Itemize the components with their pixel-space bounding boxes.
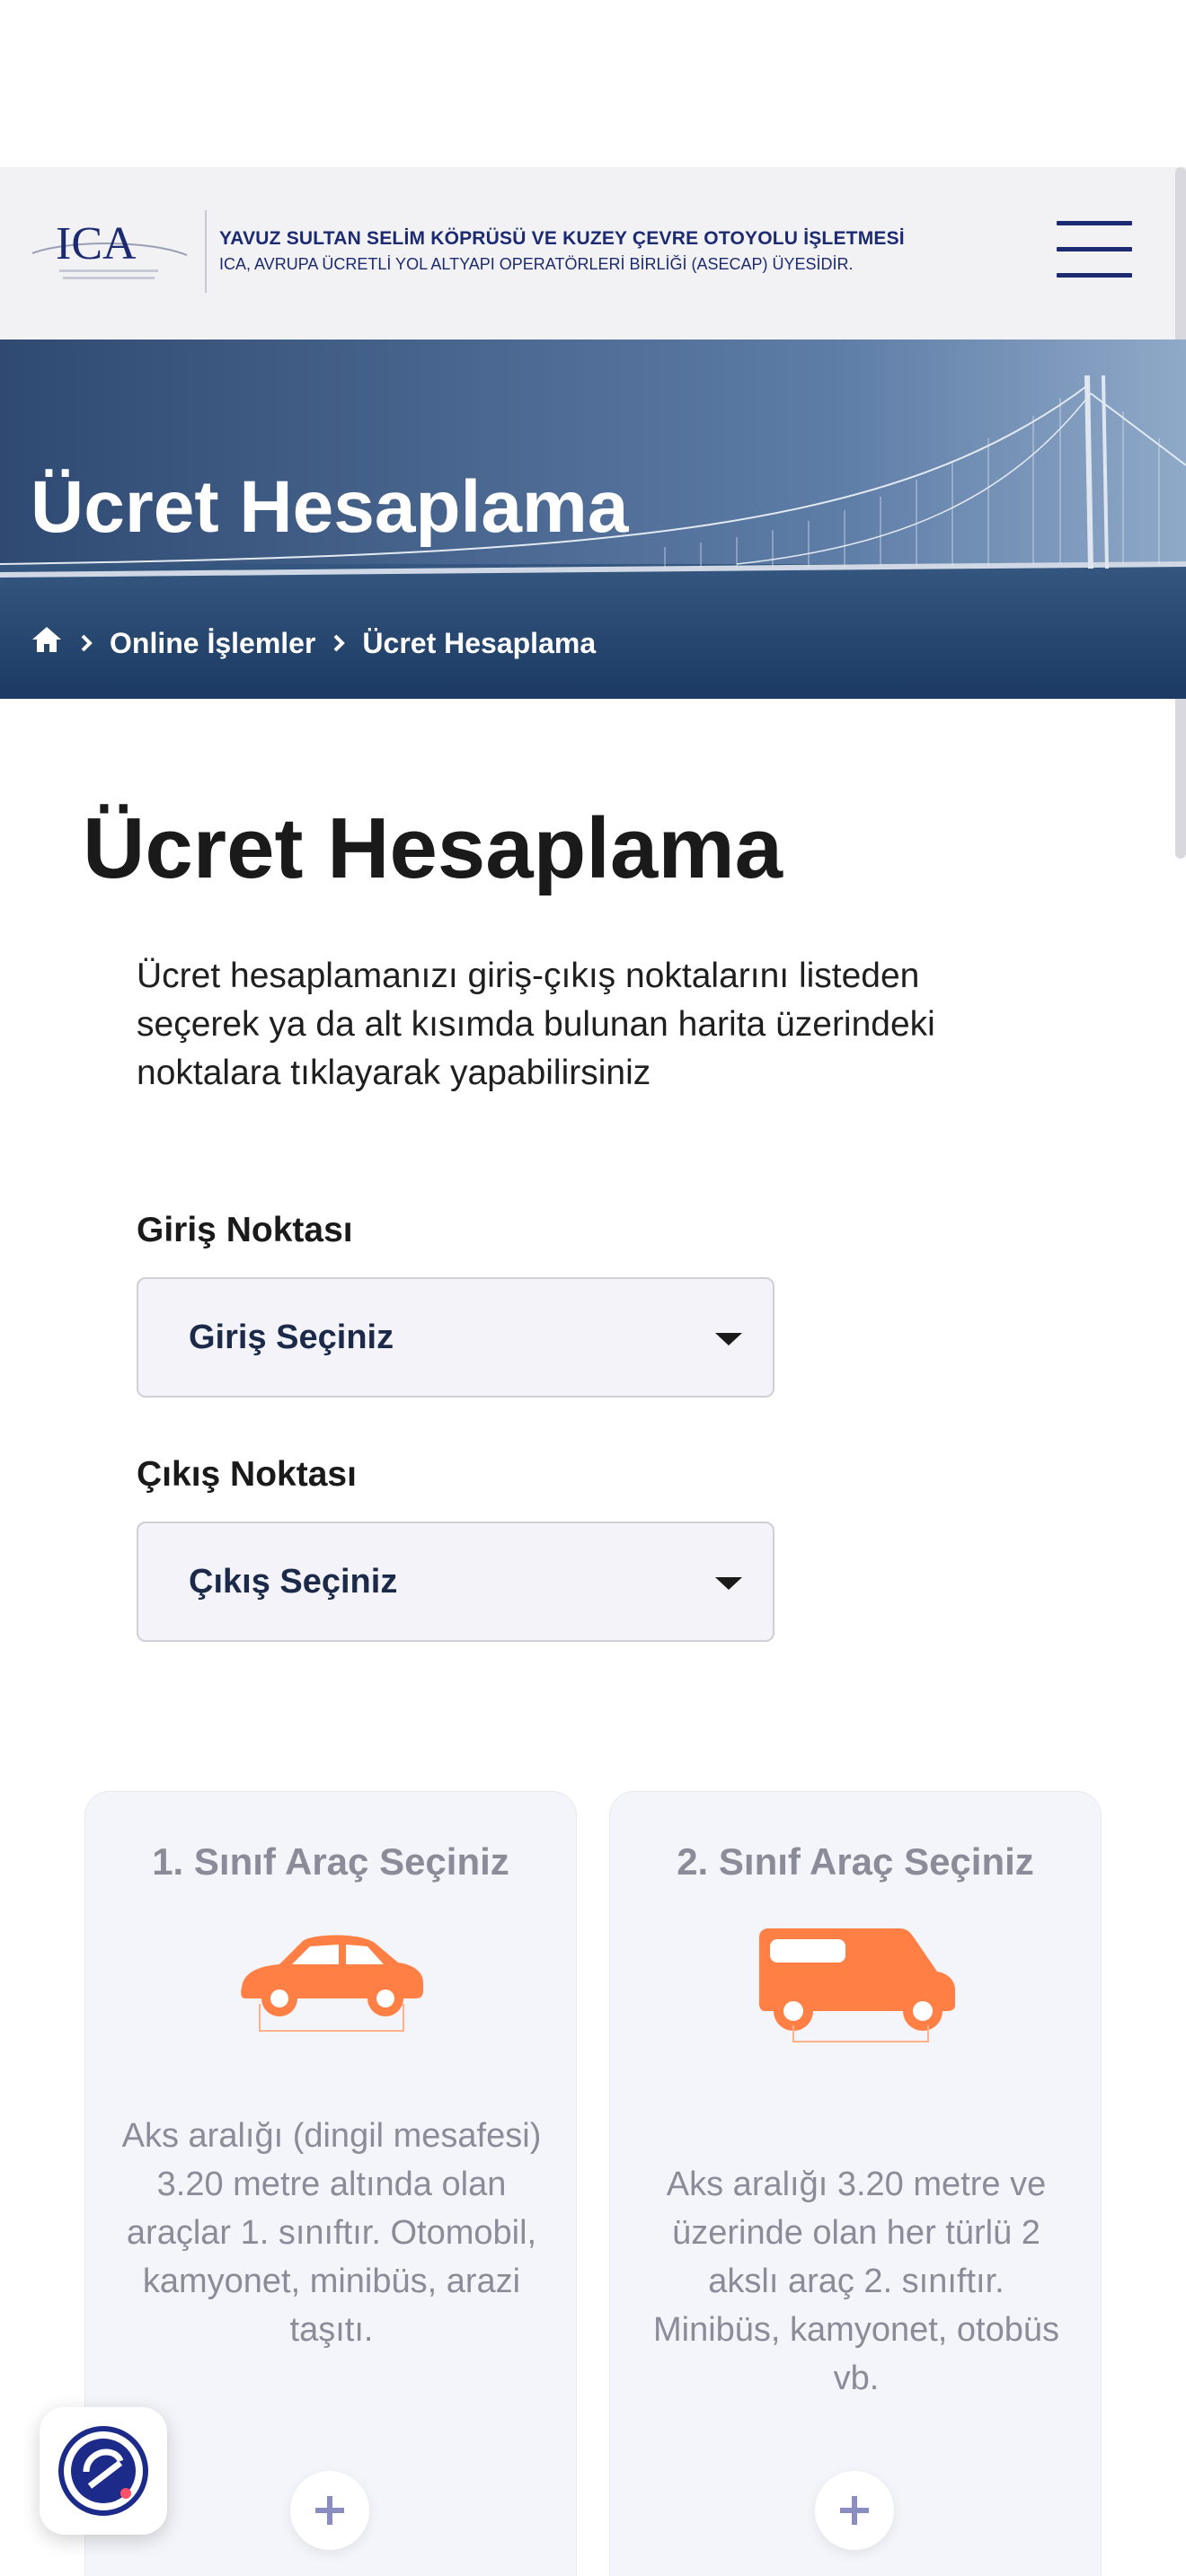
exit-point-select[interactable]: Çıkış Seçiniz (137, 1522, 774, 1642)
add-vehicle-class-1-button[interactable] (290, 2471, 369, 2550)
site-header: ICA YAVUZ SULTAN SELİM KÖPRÜSÜ VE KUZEY … (0, 167, 1186, 340)
chevron-right-icon (79, 632, 93, 654)
entry-select-value: Giriş Seçiniz (189, 1319, 394, 1356)
vehicle-class-1-title: 1. Sınıf Araç Seçiniz (152, 1840, 509, 1883)
page-title: Ücret Hesaplama (83, 800, 783, 896)
hero-banner: Ücret Hesaplama Online İşlemler Ücret He… (0, 340, 1186, 699)
plus-icon (840, 2496, 869, 2525)
accessibility-widget-icon[interactable] (40, 2407, 167, 2535)
home-icon[interactable] (31, 625, 63, 661)
breadcrumb-online-islemler[interactable]: Online İşlemler (110, 627, 315, 660)
chevron-right-icon (332, 632, 346, 654)
brand-text: YAVUZ SULTAN SELİM KÖPRÜSÜ VE KUZEY ÇEVR… (219, 228, 992, 274)
vehicle-class-2-card[interactable]: 2. Sınıf Araç Seçiniz Aks aralığı 3.20 m… (609, 1791, 1102, 2576)
exit-point-label: Çıkış Noktası (137, 1455, 357, 1494)
brand-subtitle: ICA, AVRUPA ÜCRETLİ YOL ALTYAPI OPERATÖR… (219, 255, 854, 273)
exit-select-value: Çıkış Seçiniz (189, 1563, 398, 1601)
plus-icon (315, 2496, 344, 2525)
vehicle-class-1-description: Aks aralığı (dingil mesafesi) 3.20 metre… (121, 2117, 542, 2349)
vehicle-class-2-description: Aks aralığı 3.20 metre ve üzerinde olan … (652, 2166, 1059, 2397)
car-icon (233, 1925, 430, 2039)
intro-text: Ücret hesaplamanızı giriş-çıkış noktalar… (137, 957, 935, 1092)
hamburger-menu-icon[interactable] (1057, 221, 1132, 280)
breadcrumb-current[interactable]: Ücret Hesaplama (362, 627, 596, 660)
logo-divider (205, 210, 207, 293)
hero-title: Ücret Hesaplama (31, 466, 629, 548)
caret-down-icon (713, 1575, 744, 1596)
logo-letters: ICA (56, 218, 137, 269)
vehicle-class-2-title: 2. Sınıf Araç Seçiniz (677, 1840, 1034, 1883)
caret-down-icon (713, 1331, 744, 1352)
brand-title: YAVUZ SULTAN SELİM KÖPRÜSÜ VE KUZEY ÇEVR… (219, 228, 905, 249)
van-icon (752, 1927, 960, 2050)
breadcrumb: Online İşlemler Ücret Hesaplama (31, 625, 596, 661)
add-vehicle-class-2-button[interactable] (815, 2471, 894, 2550)
ica-logo[interactable]: ICA (29, 214, 190, 291)
top-blank-area (0, 0, 1186, 167)
entry-point-label: Giriş Noktası (137, 1211, 353, 1249)
entry-point-select[interactable]: Giriş Seçiniz (137, 1277, 774, 1398)
